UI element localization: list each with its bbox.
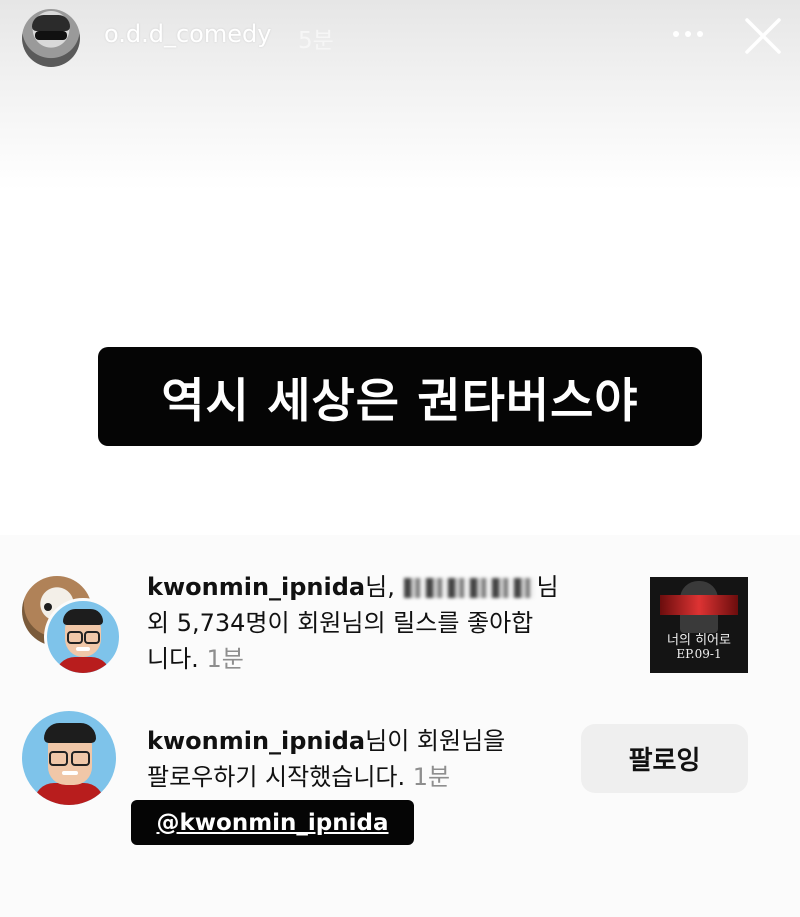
more-dots-icon[interactable] xyxy=(670,22,706,46)
close-icon[interactable] xyxy=(742,15,784,57)
blurred-username xyxy=(404,578,535,598)
story-username[interactable]: o.d.d_comedy xyxy=(104,20,271,48)
story-time: 5분 xyxy=(298,28,334,54)
user-avatar xyxy=(44,598,122,676)
like-notification-text: kwonmin_ipnida님, 님 외 5,734명이 회원님의 릴스를 좋아… xyxy=(147,573,559,673)
liker-avatars xyxy=(22,576,122,676)
story-caption: 역시 세상은 권타버스야 xyxy=(98,347,702,446)
story-header: o.d.d_comedy 5분 xyxy=(0,0,800,80)
follow-notification-text: kwonmin_ipnida님이 회원님을 팔로우하기 시작했습니다. 1분 xyxy=(147,727,506,791)
mention-sticker[interactable]: @kwonmin_ipnida xyxy=(131,800,414,845)
reel-thumbnail[interactable]: 너의 히어로 EP.09-1 xyxy=(650,577,748,673)
following-button[interactable]: 팔로잉 xyxy=(581,724,748,793)
follower-avatar[interactable] xyxy=(22,711,116,805)
story-avatar[interactable] xyxy=(22,9,80,67)
